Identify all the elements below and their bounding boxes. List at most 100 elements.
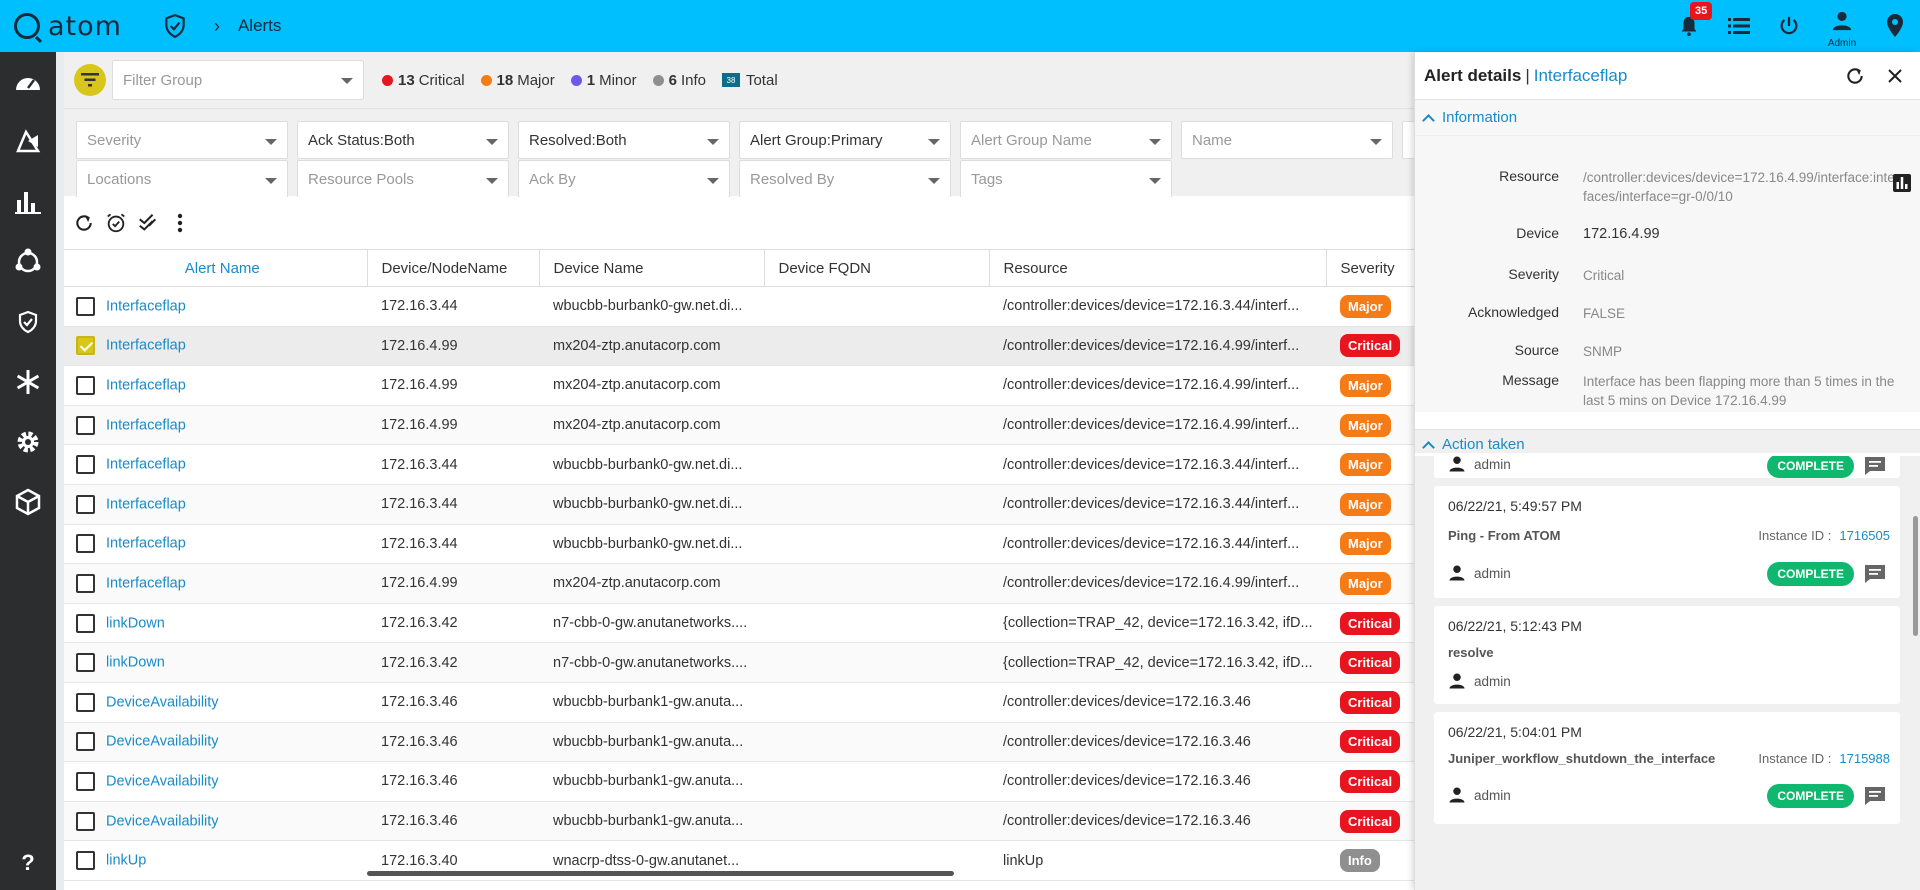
resolved-by-filter[interactable]: Resolved By xyxy=(739,160,951,198)
column-header-device-fqdn[interactable]: Device FQDN xyxy=(764,249,990,287)
sidebar-item-settings[interactable] xyxy=(0,412,56,472)
table-row[interactable]: Interfaceflap 172.16.3.44 wbucbb-burbank0-… xyxy=(64,444,1414,485)
alert-name-link[interactable]: DeviceAvailability xyxy=(106,813,219,829)
alert-group-name-filter[interactable]: Alert Group Name xyxy=(960,121,1172,159)
panel-refresh-button[interactable] xyxy=(1840,64,1870,88)
alert-name-link[interactable]: Interfaceflap xyxy=(106,338,186,354)
name-filter[interactable]: Name xyxy=(1181,121,1393,159)
total-count[interactable]: 38 Total xyxy=(721,72,778,89)
sidebar-item-dashboard[interactable] xyxy=(0,52,56,112)
alert-name-link[interactable]: linkDown xyxy=(106,655,165,671)
row-checkbox[interactable] xyxy=(76,771,95,791)
alert-group-filter[interactable]: Alert Group:Primary xyxy=(739,121,951,159)
row-checkbox[interactable] xyxy=(76,336,95,356)
row-checkbox[interactable] xyxy=(76,296,95,316)
sidebar-item-packages[interactable] xyxy=(0,472,56,532)
major-count[interactable]: 18 Major xyxy=(480,72,555,89)
table-row[interactable]: DeviceAvailability 172.16.3.46 wbucbb-burb… xyxy=(64,682,1414,723)
user-menu-button[interactable]: Admin xyxy=(1814,0,1870,52)
table-row[interactable]: Interfaceflap 172.16.3.44 wbucbb-burbank0-… xyxy=(64,484,1414,525)
panel-close-button[interactable] xyxy=(1880,64,1910,88)
sidebar-item-services[interactable] xyxy=(0,352,56,412)
row-checkbox[interactable] xyxy=(76,494,95,514)
power-button[interactable] xyxy=(1764,0,1814,52)
critical-count[interactable]: 13 Critical xyxy=(382,72,465,89)
refresh-button[interactable] xyxy=(68,207,100,239)
filter-toggle-button[interactable] xyxy=(74,64,106,96)
table-row[interactable]: DeviceAvailability 172.16.3.46 wbucbb-burb… xyxy=(64,761,1414,802)
minor-count[interactable]: 1 Minor xyxy=(570,72,637,89)
location-button[interactable] xyxy=(1870,0,1920,52)
table-row[interactable]: Interfaceflap 172.16.4.99 mx204-ztp.anutac… xyxy=(64,326,1414,367)
alert-name-link[interactable]: DeviceAvailability xyxy=(106,773,219,789)
information-section-header[interactable]: Information xyxy=(1415,100,1920,136)
info-count[interactable]: 6 Info xyxy=(652,72,706,89)
table-row[interactable]: DeviceAvailability 172.16.3.46 wbucbb-burb… xyxy=(64,722,1414,763)
more-actions-button[interactable] xyxy=(164,207,196,239)
horizontal-scrollbar[interactable] xyxy=(367,871,954,876)
table-row[interactable]: Interfaceflap 172.16.4.99 mx204-ztp.anutac… xyxy=(64,563,1414,604)
alert-name-link[interactable]: Interfaceflap xyxy=(106,298,186,314)
snooze-button[interactable] xyxy=(100,207,132,239)
row-checkbox[interactable] xyxy=(76,653,95,673)
shield-check-icon[interactable] xyxy=(162,13,188,39)
row-checkbox[interactable] xyxy=(76,732,95,752)
column-header-resource[interactable]: Resource xyxy=(989,249,1327,287)
column-header-device-name[interactable]: Device Name xyxy=(539,249,765,287)
alert-name-link[interactable]: linkUp xyxy=(106,853,146,869)
tags-filter[interactable]: Tags xyxy=(960,160,1172,198)
alert-name-link[interactable]: DeviceAvailability xyxy=(106,694,219,710)
row-checkbox[interactable] xyxy=(76,851,95,871)
comment-icon[interactable] xyxy=(1864,456,1886,476)
alert-name-link[interactable]: DeviceAvailability xyxy=(106,734,219,750)
instance-id-link[interactable]: 1716505 xyxy=(1839,528,1890,543)
instance-id-link[interactable]: 1715988 xyxy=(1839,751,1890,766)
comment-icon[interactable] xyxy=(1864,564,1886,584)
alert-name-link[interactable]: linkDown xyxy=(106,615,165,631)
table-row[interactable]: Interfaceflap 172.16.4.99 mx204-ztp.anutac… xyxy=(64,405,1414,446)
sidebar-item-reports[interactable] xyxy=(0,172,56,232)
alert-name-link[interactable]: Interfaceflap xyxy=(106,457,186,473)
sidebar-item-topology[interactable] xyxy=(0,232,56,292)
table-row[interactable]: linkDown 172.16.3.42 n7-cbb-0-gw.anutanetw… xyxy=(64,603,1414,644)
column-header-device-node-name[interactable]: Device/NodeName xyxy=(367,249,540,287)
acknowledge-button[interactable] xyxy=(132,207,164,239)
row-checkbox[interactable] xyxy=(76,811,95,831)
alert-name-link[interactable]: Interfaceflap xyxy=(106,496,186,512)
ack-status-filter[interactable]: Ack Status:Both xyxy=(297,121,509,159)
alert-name-link[interactable]: Interfaceflap xyxy=(106,377,186,393)
sidebar-item-alerts[interactable] xyxy=(0,292,56,352)
resource-pools-filter[interactable]: Resource Pools xyxy=(297,160,509,198)
more-filter[interactable] xyxy=(1402,121,1414,159)
row-checkbox[interactable] xyxy=(76,415,95,435)
row-checkbox[interactable] xyxy=(76,573,95,593)
vertical-scrollbar[interactable] xyxy=(1913,516,1918,636)
help-icon[interactable]: ? xyxy=(0,850,56,876)
atom-logo[interactable]: atom xyxy=(14,11,122,42)
row-checkbox[interactable] xyxy=(76,692,95,712)
alert-name-link[interactable]: Interfaceflap xyxy=(106,536,186,552)
row-checkbox[interactable] xyxy=(76,455,95,475)
notifications-button[interactable]: 35 xyxy=(1664,0,1714,52)
alert-name-link[interactable]: Interfaceflap xyxy=(106,575,186,591)
row-checkbox[interactable] xyxy=(76,534,95,554)
table-row[interactable]: DeviceAvailability 172.16.3.46 wbucbb-burb… xyxy=(64,801,1414,842)
locations-filter[interactable]: Locations xyxy=(76,160,288,198)
sidebar-item-resources[interactable] xyxy=(0,112,56,172)
row-checkbox[interactable] xyxy=(76,613,95,633)
table-row[interactable]: Interfaceflap 172.16.3.44 wbucbb-burbank0-… xyxy=(64,524,1414,565)
column-header-severity[interactable]: Severity xyxy=(1326,249,1414,287)
ack-by-filter[interactable]: Ack By xyxy=(518,160,730,198)
alert-name-link[interactable]: Interfaceflap xyxy=(106,417,186,433)
table-row[interactable]: linkDown 172.16.3.42 n7-cbb-0-gw.anutanetw… xyxy=(64,642,1414,683)
list-view-button[interactable] xyxy=(1714,0,1764,52)
column-header-alert-name[interactable]: Alert Name xyxy=(64,249,368,287)
action-taken-section-header[interactable]: Action taken xyxy=(1415,429,1920,454)
bar-chart-icon[interactable] xyxy=(1893,174,1911,192)
filter-group-select[interactable]: Filter Group xyxy=(112,60,364,100)
row-checkbox[interactable] xyxy=(76,375,95,395)
comment-icon[interactable] xyxy=(1864,786,1886,806)
severity-filter[interactable]: Severity xyxy=(76,121,288,159)
table-row[interactable]: Interfaceflap 172.16.4.99 mx204-ztp.anutac… xyxy=(64,365,1414,406)
resolved-filter[interactable]: Resolved:Both xyxy=(518,121,730,159)
